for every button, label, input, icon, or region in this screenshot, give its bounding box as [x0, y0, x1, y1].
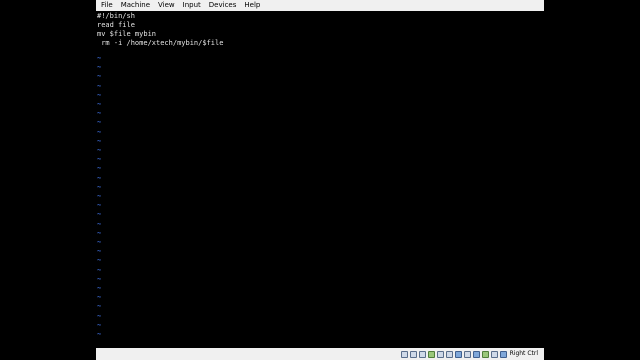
vim-empty-line-tilde: ~ [97, 182, 102, 191]
audio-icon[interactable] [418, 350, 426, 358]
vm-terminal-screen[interactable]: #!/bin/sh read file mv $file mybin rm -i… [96, 11, 544, 348]
vim-empty-line-tilde: ~ [97, 192, 102, 200]
vim-empty-line-tilde: ~ [97, 238, 102, 246]
vim-empty-line-tilde: ~ [97, 100, 102, 108]
vim-empty-line-tilde: ~ [97, 54, 102, 62]
display-icon[interactable] [454, 350, 462, 358]
network-icon[interactable] [427, 350, 435, 358]
status-bar: Right Ctrl [96, 348, 544, 360]
vim-empty-line-tilde: ~ [97, 164, 102, 173]
host-key-label: Right Ctrl [509, 350, 538, 357]
cpu-icon[interactable] [481, 350, 489, 358]
menu-input[interactable]: Input [179, 0, 205, 11]
vim-empty-line-tilde: ~ [97, 274, 102, 283]
vim-empty-line-tilde: ~ [97, 293, 102, 302]
shared-folders-icon[interactable] [445, 350, 453, 358]
video-capture-icon[interactable] [463, 350, 471, 358]
vim-empty-line-tilde: ~ [97, 302, 102, 311]
menu-view[interactable]: View [154, 0, 179, 11]
usb-icon[interactable] [436, 350, 444, 358]
vim-empty-line-tilde: ~ [97, 90, 102, 99]
menu-devices[interactable]: Devices [205, 0, 241, 11]
menu-file[interactable]: File [96, 0, 117, 11]
optical-drive-icon[interactable] [409, 350, 417, 358]
vim-empty-line-tilde: ~ [97, 219, 102, 228]
vim-empty-line-tilde: ~ [97, 256, 102, 265]
terminal-line: mv $file mybin [97, 30, 157, 38]
vim-empty-line-tilde: ~ [97, 127, 102, 136]
vim-empty-line-tilde: ~ [97, 284, 102, 292]
vim-empty-line-tilde: ~ [97, 228, 102, 237]
menubar: File Machine View Input Devices Help [96, 0, 544, 11]
terminal-line: read file [97, 21, 135, 29]
vim-empty-line-tilde: ~ [97, 81, 102, 90]
terminal-line: rm -i /home/xtech/mybin/$file [97, 39, 224, 47]
vim-empty-line-tilde: ~ [97, 63, 102, 72]
vim-empty-line-tilde: ~ [97, 173, 102, 182]
vim-empty-line-tilde: ~ [97, 136, 102, 145]
virtualbox-window: File Machine View Input Devices Help #!/… [96, 0, 544, 360]
vim-empty-line-tilde: ~ [97, 330, 102, 338]
vim-empty-line-tilde: ~ [97, 72, 102, 81]
vim-empty-line-tilde: ~ [97, 320, 102, 329]
vim-empty-line-tilde: ~ [97, 109, 102, 118]
vim-empty-line-tilde: ~ [97, 155, 102, 164]
menu-machine[interactable]: Machine [117, 0, 154, 11]
vim-empty-line-tilde: ~ [97, 247, 102, 256]
vim-empty-line-tilde: ~ [97, 146, 102, 154]
vim-empty-line-tilde: ~ [97, 311, 102, 320]
hard-disk-icon[interactable] [400, 350, 408, 358]
vim-empty-line-tilde: ~ [97, 118, 102, 127]
terminal-line: #!/bin/sh [97, 12, 135, 20]
vim-empty-line-tilde: ~ [97, 210, 102, 219]
guest-additions-icon[interactable] [472, 350, 480, 358]
mouse-integration-icon[interactable] [490, 350, 498, 358]
keyboard-icon[interactable] [499, 350, 507, 358]
vim-empty-line-tilde: ~ [97, 265, 102, 274]
menu-help[interactable]: Help [240, 0, 264, 11]
vim-empty-line-tilde: ~ [97, 201, 102, 210]
